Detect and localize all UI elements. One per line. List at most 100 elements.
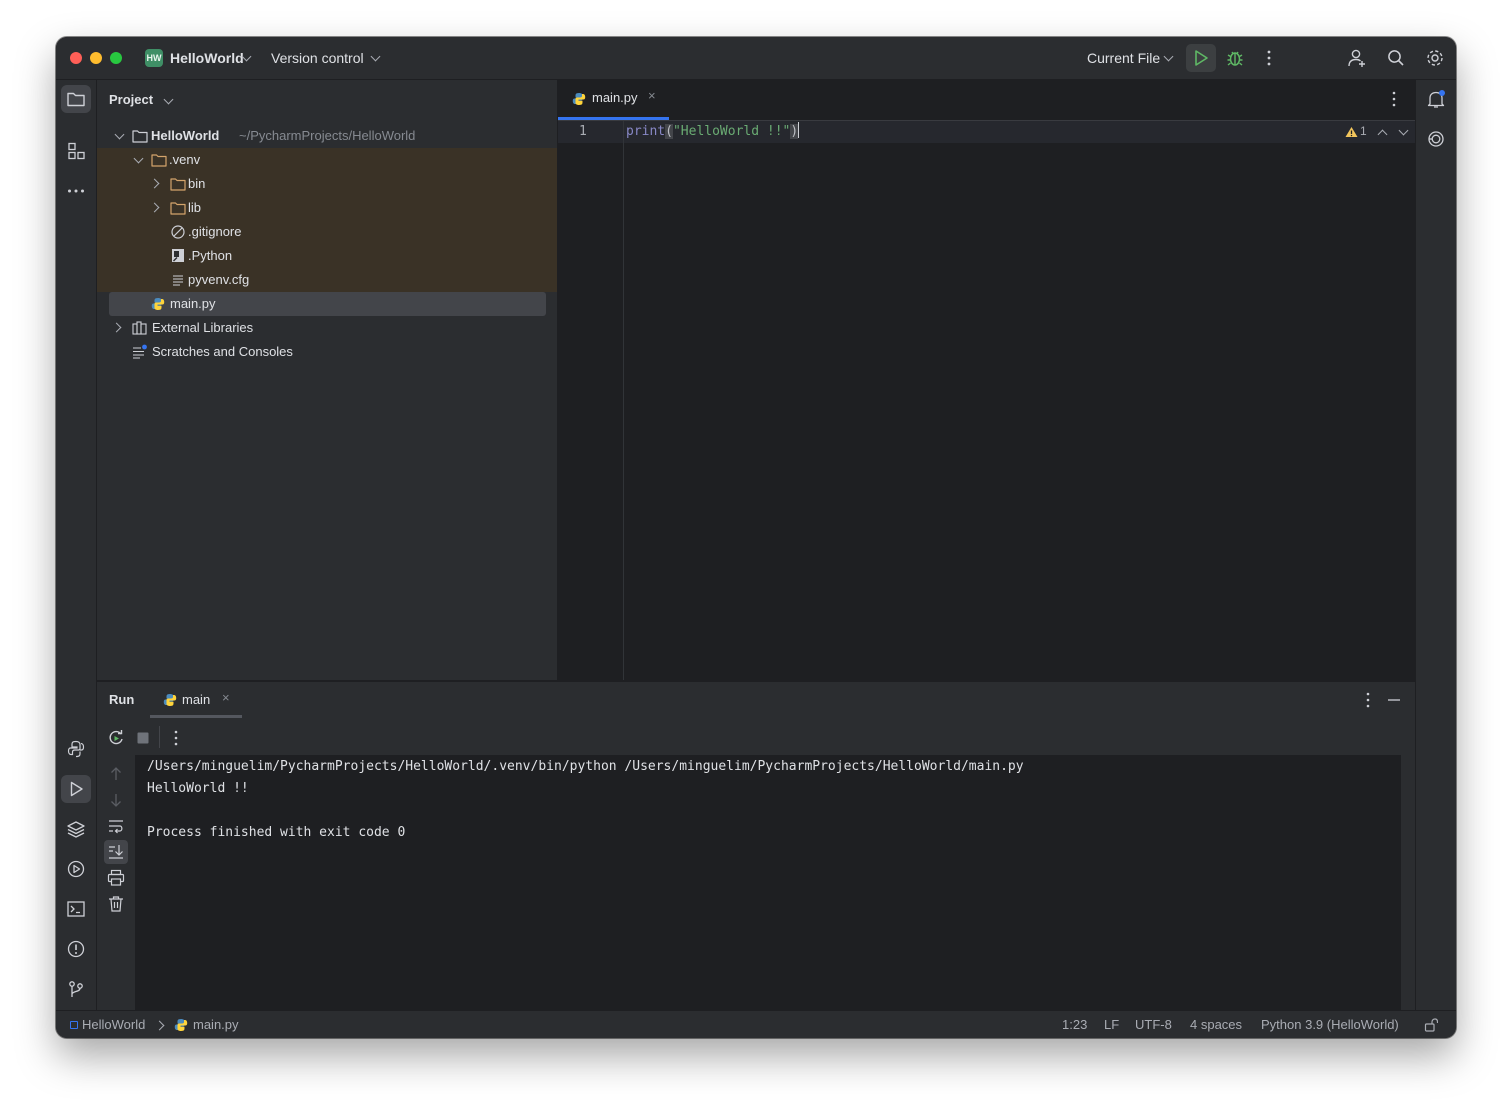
ide-window: HW HelloWorld Version control Current Fi… [56,37,1456,1038]
close-window-button[interactable] [70,52,82,64]
soft-wrap-button[interactable] [105,815,127,837]
python-interpreter[interactable]: Python 3.9 (HelloWorld) [1261,1011,1399,1038]
code-paren-open: ( [665,124,673,139]
tree-row-main[interactable]: main.py [109,292,546,316]
tab-close-icon[interactable]: × [648,88,656,103]
ai-assistant-button[interactable] [1421,125,1451,153]
gutter-divider [623,121,624,680]
file-encoding[interactable]: UTF-8 [1135,1011,1172,1038]
minimize-window-button[interactable] [90,52,102,64]
search-button[interactable] [1381,44,1411,72]
hide-run-panel-button[interactable] [1382,688,1406,712]
layers-icon [67,821,85,838]
vcs-widget[interactable]: Version control [271,48,383,68]
zoom-window-button[interactable] [110,52,122,64]
services-tool-button[interactable] [61,855,91,883]
scroll-up-button[interactable] [105,763,127,785]
tree-label-python-link: .Python [188,248,233,263]
tree-label-bin: bin [188,176,206,191]
tree-label-pyvenv: pyvenv.cfg [188,272,250,287]
breadcrumb-project[interactable]: HelloWorld [82,1011,145,1038]
folder-icon [67,92,85,107]
run-tab-label: main [182,692,211,707]
run-config-label: Current File [1087,50,1161,66]
unlock-icon[interactable] [1424,1018,1438,1032]
tab-close-icon[interactable]: × [222,690,230,705]
config-file-icon [173,275,183,286]
chevron-down-icon [114,129,125,140]
tree-row-external-libraries[interactable]: External Libraries [109,316,546,340]
bug-icon [1227,51,1243,66]
run-config-selector[interactable]: Current File [1087,48,1177,68]
clear-output-button[interactable] [105,893,127,915]
print-button[interactable] [105,867,127,889]
notifications-button[interactable] [1421,85,1451,113]
folder-icon [170,178,186,191]
more-tools-button[interactable] [61,177,91,205]
console-line-exit: Process finished with exit code 0 [147,825,406,840]
tree-row-pyvenv[interactable]: pyvenv.cfg [109,268,546,292]
editor-area[interactable] [558,80,1415,680]
problems-tool-button[interactable] [61,935,91,963]
run-panel-title: Run [109,692,135,707]
tree-row-scratches[interactable]: Scratches and Consoles [109,340,546,364]
stop-button[interactable] [132,727,154,749]
git-tool-button[interactable] [61,975,91,1003]
stop-icon [137,732,149,744]
run-panel-options-button[interactable] [1356,688,1380,712]
printer-icon [107,869,125,886]
indent-setting[interactable]: 4 spaces [1190,1011,1242,1038]
layers-tool-button[interactable] [61,815,91,843]
chevron-right-icon [149,202,160,213]
scroll-down-button[interactable] [105,789,127,811]
tree-row-bin[interactable]: bin [109,172,546,196]
debug-button[interactable] [1220,44,1250,72]
code-builtin: print [626,124,666,139]
tree-label-main: main.py [170,296,216,311]
tree-label-gitignore: .gitignore [188,224,242,239]
project-switcher[interactable]: HW HelloWorld [145,48,255,68]
tree-row-venv[interactable]: .venv [109,148,546,172]
services-icon [67,860,85,878]
console-scrollbar[interactable] [1401,755,1415,1010]
breadcrumb-file[interactable]: main.py [193,1011,239,1038]
caret-position[interactable]: 1:23 [1062,1011,1087,1038]
line-separator[interactable]: LF [1104,1011,1119,1038]
run-more-button[interactable] [165,727,187,749]
editor-tab-main[interactable]: main.py × [558,80,669,117]
run-console[interactable] [135,755,1401,1010]
tree-label-scratches: Scratches and Consoles [152,344,293,359]
library-icon [132,321,147,335]
ai-assistant-icon [1428,131,1444,147]
rerun-button[interactable] [105,727,127,749]
chevron-down-icon [1163,51,1174,62]
more-actions-button[interactable] [1254,44,1284,72]
module-icon [70,1021,78,1029]
tree-row-gitignore[interactable]: .gitignore [109,220,546,244]
project-name: HelloWorld [170,50,244,66]
inspection-widget[interactable]: 1 [1345,124,1373,140]
tree-row-root[interactable]: HelloWorld ~/PycharmProjects/HelloWorld [109,124,546,148]
tree-row-python-link[interactable]: .Python [109,244,546,268]
folder-icon [170,202,186,215]
terminal-tool-button[interactable] [61,895,91,923]
project-tool-button[interactable] [61,85,91,113]
code-with-me-button[interactable] [1342,44,1372,72]
tree-row-lib[interactable]: lib [109,196,546,220]
text-caret [798,122,800,138]
structure-tool-button[interactable] [61,137,91,165]
symlink-file-icon [172,249,184,262]
editor-tabs-more-button[interactable] [1382,87,1406,111]
code-line-1[interactable]: print("HelloWorld !!") [626,121,800,143]
project-panel-header[interactable]: Project [109,90,189,110]
settings-button[interactable] [1420,44,1450,72]
tree-label-external-libraries: External Libraries [152,320,254,335]
python-packages-tool-button[interactable] [61,735,91,763]
run-icon [1195,50,1208,66]
chevron-down-icon [133,153,144,164]
run-tab-main[interactable]: main × [150,687,242,718]
python-file-icon [151,298,165,310]
run-button[interactable] [1186,44,1216,72]
scroll-to-end-button[interactable] [104,840,128,864]
run-tool-button[interactable] [61,775,91,803]
